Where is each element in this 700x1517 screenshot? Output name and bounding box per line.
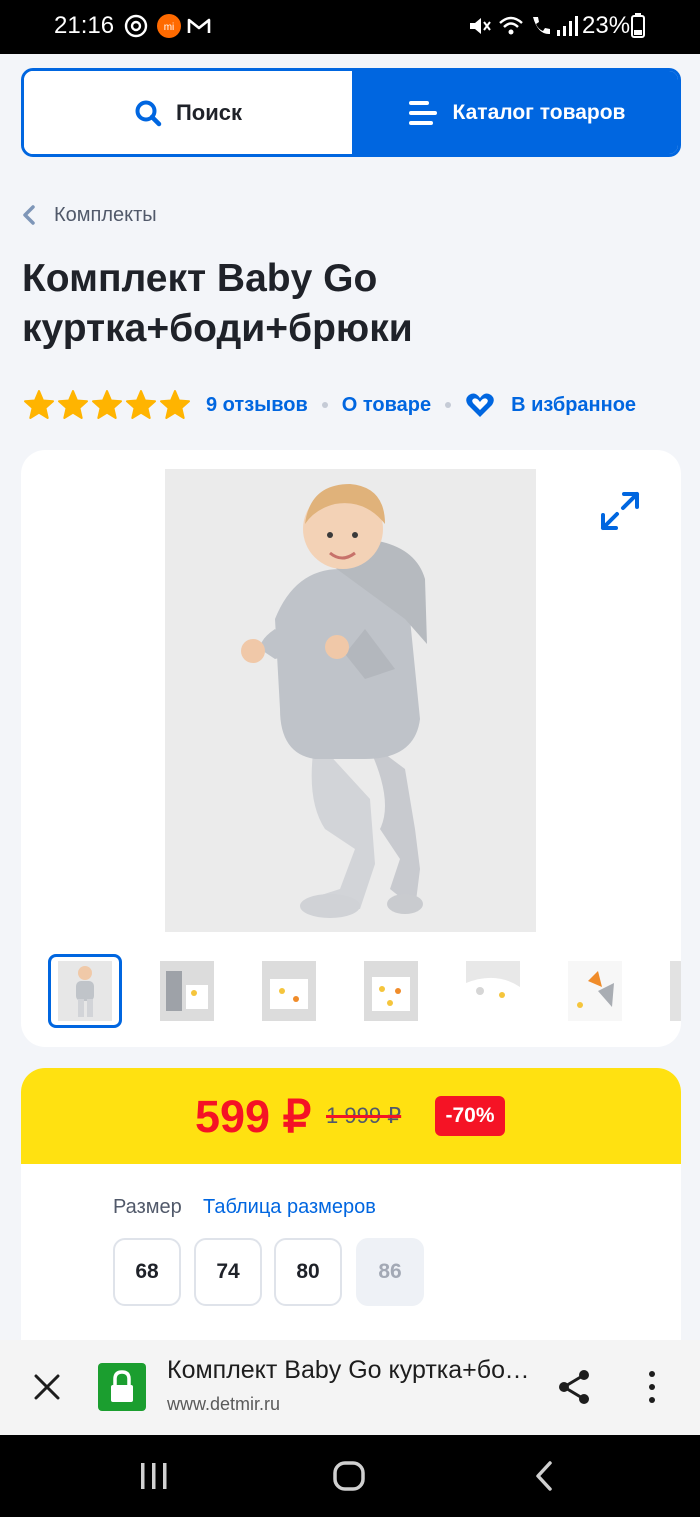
- current-price: 599 ₽: [195, 1091, 312, 1142]
- thumbnail-6[interactable]: [558, 954, 632, 1028]
- close-icon[interactable]: [30, 1370, 64, 1404]
- mi-app-icon: mi: [157, 14, 181, 38]
- rating-stars: [22, 388, 192, 422]
- thumbnail-image: [160, 961, 214, 1021]
- expand-icon[interactable]: [597, 488, 643, 534]
- cell-signal-icon: [557, 16, 578, 36]
- star-icon: [160, 390, 190, 419]
- reviews-link[interactable]: 9 отзывов: [206, 394, 308, 417]
- lock-icon: [98, 1363, 146, 1411]
- more-vertical-icon[interactable]: [640, 1368, 664, 1406]
- search-button[interactable]: Поиск: [24, 71, 352, 154]
- breadcrumb-label: Комплекты: [54, 203, 157, 226]
- favorite-link[interactable]: В избранное: [511, 394, 636, 417]
- status-bar: 21:16 mi 23%: [0, 0, 700, 54]
- svg-text:mi: mi: [164, 22, 175, 33]
- star-icon: [126, 390, 156, 419]
- nfc-icon: [124, 14, 148, 38]
- thumbnail-2[interactable]: [150, 954, 224, 1028]
- heart-icon[interactable]: [465, 391, 495, 419]
- size-table-link[interactable]: Таблица размеров: [203, 1196, 376, 1219]
- browser-bar: Комплект Baby Go куртка+боди+брюки www.d…: [0, 1340, 700, 1435]
- size-option[interactable]: 80: [274, 1238, 342, 1306]
- size-option[interactable]: 68: [113, 1238, 181, 1306]
- thumbnail-1[interactable]: [48, 954, 122, 1028]
- tab-title: Комплект Baby Go куртка+боди+брюки: [167, 1356, 537, 1384]
- catalog-button[interactable]: Каталог товаров: [352, 71, 678, 154]
- star-icon: [24, 390, 54, 419]
- wifi-icon: [499, 16, 523, 35]
- tab-url: www.detmir.ru: [167, 1394, 281, 1414]
- home-icon[interactable]: [332, 1459, 366, 1493]
- search-icon: [135, 100, 162, 126]
- status-time: 21:16: [54, 12, 115, 39]
- product-photo[interactable]: [165, 469, 536, 932]
- chevron-left-icon: [23, 205, 35, 225]
- price-band: 599 ₽ 1 999 ₽ -70%: [21, 1068, 681, 1164]
- baby-photo-image: [165, 469, 536, 932]
- system-nav-bar: [0, 1435, 700, 1517]
- battery-icon: [631, 13, 645, 38]
- mute-icon: [470, 18, 491, 34]
- thumbnail-image: [466, 961, 520, 1021]
- thumbnail-3[interactable]: [252, 954, 326, 1028]
- thumbnail-4[interactable]: [354, 954, 428, 1028]
- star-icon: [92, 390, 122, 419]
- recent-apps-icon[interactable]: [137, 1459, 171, 1493]
- page-title-line-1: Комплект Baby Go: [22, 257, 378, 300]
- separator-dot: [321, 402, 328, 408]
- search-label: Поиск: [175, 99, 243, 125]
- menu-icon: [408, 100, 437, 125]
- star-icon: [58, 390, 88, 419]
- old-price: 1 999 ₽: [326, 1103, 402, 1128]
- page-title-line-2: куртка+боди+брюки: [22, 307, 413, 350]
- thumbnail-image: [568, 961, 622, 1021]
- price-block: 599 ₽ 1 999 ₽ -70% Размер Таблица размер…: [21, 1068, 681, 1340]
- thumbnail-image: [262, 961, 316, 1021]
- breadcrumb[interactable]: Комплекты: [22, 200, 157, 230]
- thumbnail-7[interactable]: [660, 954, 681, 1028]
- discount-badge: -70%: [435, 1096, 505, 1136]
- call-signal-icon: [533, 17, 550, 35]
- product-gallery: [21, 450, 681, 1047]
- page-title: Комплект Baby Go куртка+боди+брюки: [22, 254, 662, 354]
- about-link[interactable]: О товаре: [342, 394, 431, 417]
- size-option[interactable]: 74: [194, 1238, 262, 1306]
- thumbnail-image: [76, 966, 94, 1017]
- header-buttons: Поиск Каталог товаров: [21, 68, 681, 157]
- thumbnail-image: [364, 961, 418, 1021]
- separator-dot: [445, 402, 452, 408]
- battery-level: 23%: [582, 12, 631, 39]
- size-option: 86: [356, 1238, 424, 1306]
- share-icon[interactable]: [556, 1368, 592, 1406]
- thumbnail-5[interactable]: [456, 954, 530, 1028]
- rating-row: 9 отзывов О товаре В избранное: [22, 388, 636, 422]
- gmail-icon: [187, 18, 211, 33]
- catalog-label: Каталог товаров: [452, 100, 626, 124]
- size-label: Размер: [113, 1196, 182, 1218]
- back-icon[interactable]: [530, 1459, 560, 1493]
